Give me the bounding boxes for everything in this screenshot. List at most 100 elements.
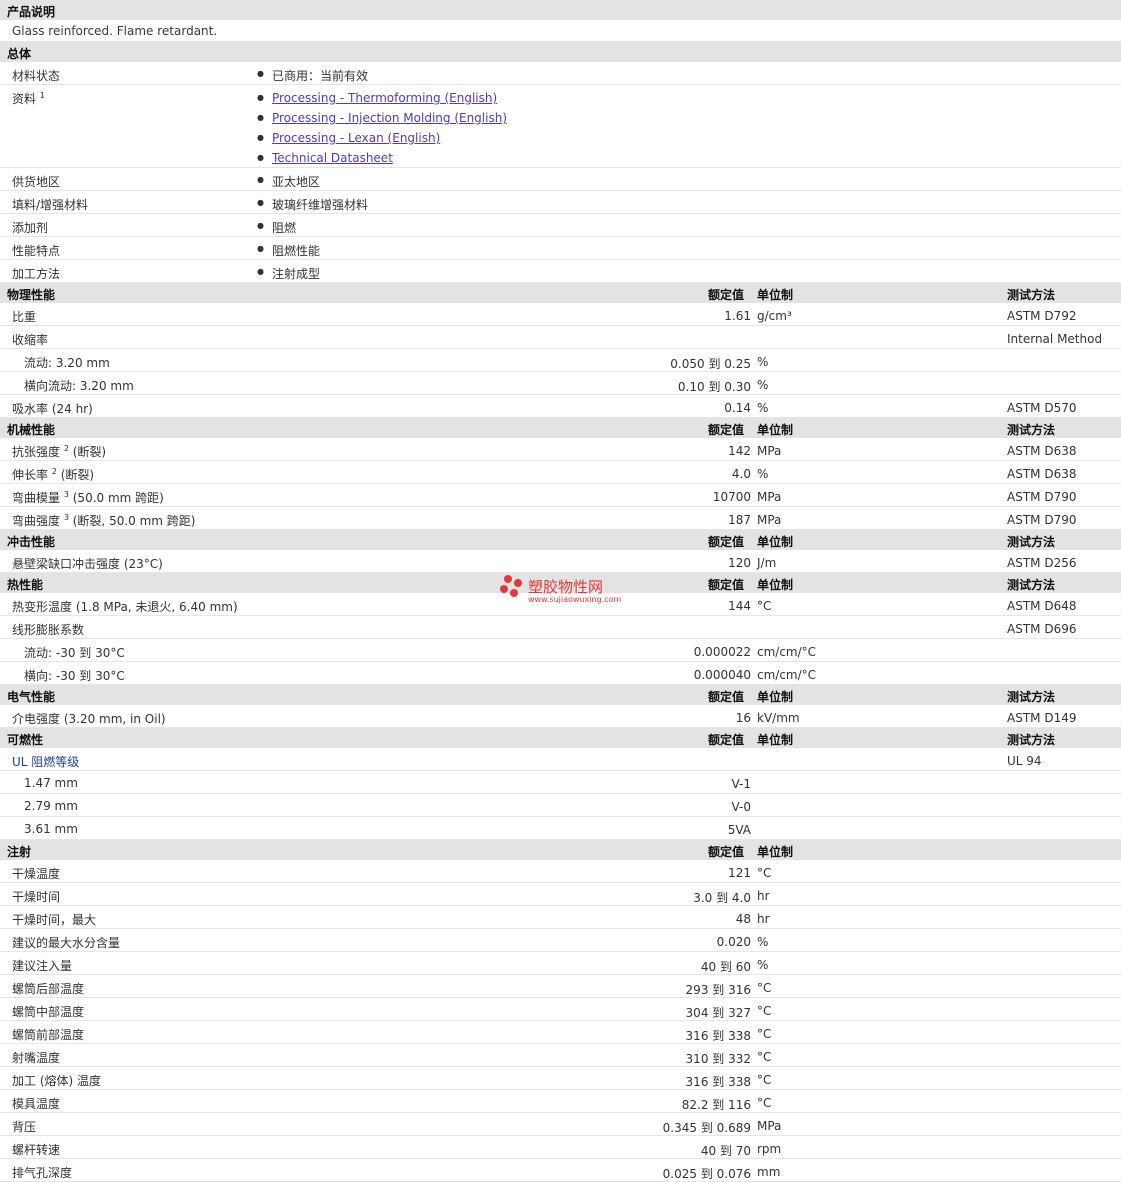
property-value: 0.000040 [693, 668, 751, 682]
property-unit: °C [757, 1073, 772, 1087]
property-label: 排气孔深度 [12, 1166, 73, 1180]
property-row: 建议注入量 40 到 60% [0, 952, 1121, 975]
property-value: 40 到 70 [700, 1144, 751, 1158]
row-label: 材料状态 [12, 69, 61, 83]
property-unit: cm/cm/°C [757, 645, 817, 659]
general-row-process: 加工方法 注射成型 [0, 260, 1121, 283]
property-label: 干燥温度 [12, 867, 61, 881]
section-title: 电气性能 [7, 690, 56, 704]
property-label: 横向: -30 到 30°C [24, 669, 125, 683]
property-unit: °C [757, 866, 772, 880]
property-value: V-0 [731, 800, 751, 814]
column-header-method: 测试方法 [1007, 288, 1056, 302]
column-header-unit: 单位制 [757, 578, 794, 592]
property-method: ASTM D648 [1007, 599, 1077, 613]
property-unit: °C [757, 1050, 772, 1064]
property-label: 线形膨胀系数 [12, 623, 85, 637]
property-row: 1.47 mm V-1 [0, 771, 1121, 794]
column-header-nominal: 额定值 [708, 423, 745, 437]
property-method: ASTM D638 [1007, 467, 1077, 481]
property-label: 横向流动: 3.20 mm [24, 379, 134, 393]
column-header-nominal: 额定值 [708, 578, 745, 592]
column-header-unit: 单位制 [757, 733, 794, 747]
property-row: 线形膨胀系数 ASTM D696 [0, 616, 1121, 639]
property-row: 背压 0.345 到 0.689 MPa [0, 1113, 1121, 1136]
property-value: 82.2 到 116 [681, 1098, 751, 1112]
section-title: 冲击性能 [7, 535, 56, 549]
doc-link-technical-datasheet[interactable]: Technical Datasheet [257, 151, 393, 165]
row-label: 添加剂 [12, 221, 49, 235]
property-unit: MPa [757, 1119, 782, 1133]
row-label: 加工方法 [12, 267, 61, 281]
property-label: 模具温度 [12, 1097, 61, 1111]
column-header-nominal: 额定值 [708, 733, 745, 747]
general-row-region: 供货地区 亚太地区 [0, 168, 1121, 191]
property-row: 螺杆转速 40 到 70 rpm [0, 1136, 1121, 1159]
row-label: 填料/增强材料 [12, 198, 89, 212]
section-title: 总体 [7, 47, 32, 61]
column-header-nominal: 额定值 [708, 845, 745, 859]
property-unit: °C [757, 599, 772, 613]
property-row: 螺筒后部温度 293 到 316 °C [0, 975, 1121, 998]
description-text: Glass reinforced. Flame retardant. [12, 24, 218, 38]
column-header-unit: 单位制 [757, 535, 794, 549]
property-method: ASTM D638 [1007, 444, 1077, 458]
property-row: 2.79 mm V-0 [0, 794, 1121, 817]
property-unit: MPa [757, 490, 782, 504]
property-value: 0.050 到 0.25 [670, 357, 751, 371]
property-row: 介电强度 (3.20 mm, in Oil) 16 kV/mm ASTM D149 [0, 705, 1121, 728]
property-method: UL 94 [1007, 754, 1042, 768]
general-row-status: 材料状态 已商用：当前有效 [0, 62, 1121, 85]
property-label: 弯曲强度 3 (断裂, 50.0 mm 跨距) [12, 513, 196, 528]
property-value: 120 [728, 556, 751, 570]
property-method: Internal Method [1007, 332, 1103, 346]
property-value: 4.0 [731, 467, 751, 481]
property-value: 40 到 60 [700, 960, 751, 974]
property-label: 收缩率 [12, 333, 49, 347]
property-value: 0.345 到 0.689 [662, 1121, 751, 1135]
column-header-nominal: 额定值 [708, 535, 745, 549]
property-unit: MPa [757, 513, 782, 527]
property-label: 抗张强度 2 (断裂) [12, 444, 107, 459]
property-row: 螺筒前部温度 316 到 338 °C [0, 1021, 1121, 1044]
property-label: 悬壁梁缺口冲击强度 (23°C) [12, 557, 163, 571]
section-header-flammability: 可燃性 额定值 单位制 测试方法 [0, 728, 1121, 748]
column-header-nominal: 额定值 [708, 690, 745, 704]
section-title: 可燃性 [7, 733, 44, 747]
bullet-item: 已商用：当前有效 [257, 67, 368, 84]
watermark-dots-icon [500, 575, 522, 597]
property-label: UL 阻燃等级 [12, 755, 80, 769]
column-header-nominal: 额定值 [708, 288, 745, 302]
bullet-item: 亚太地区 [257, 173, 320, 190]
property-unit: rpm [757, 1142, 782, 1156]
section-header-description: 产品说明 [0, 0, 1121, 20]
property-row: 螺筒中部温度 304 到 327 °C [0, 998, 1121, 1021]
general-row-feature: 性能特点 阻燃性能 [0, 237, 1121, 260]
property-row: 干燥时间 3.0 到 4.0 hr [0, 883, 1121, 906]
doc-link-injection-molding[interactable]: Processing - Injection Molding (English) [257, 111, 507, 125]
property-unit: % [757, 401, 769, 415]
watermark-logo: 塑胶物性网 www.sujiaowuxing.com [498, 573, 648, 609]
property-row: 比重 1.61 g/cm³ ASTM D792 [0, 303, 1121, 326]
section-title: 注射 [7, 845, 32, 859]
row-label: 资料 1 [12, 91, 45, 106]
column-header-method: 测试方法 [1007, 690, 1056, 704]
property-value: 3.0 到 4.0 [693, 891, 751, 905]
column-header-unit: 单位制 [757, 288, 794, 302]
property-unit: °C [757, 1096, 772, 1110]
property-row: UL 阻燃等级 UL 94 [0, 748, 1121, 771]
property-value: 0.10 到 0.30 [677, 380, 751, 394]
property-label: 流动: 3.20 mm [24, 356, 110, 370]
property-label: 加工 (熔体) 温度 [12, 1074, 101, 1088]
property-row: 射嘴温度 310 到 332 °C [0, 1044, 1121, 1067]
property-method: ASTM D256 [1007, 556, 1077, 570]
doc-link-thermoforming[interactable]: Processing - Thermoforming (English) [257, 91, 497, 105]
doc-link-lexan[interactable]: Processing - Lexan (English) [257, 131, 440, 145]
property-row: 伸长率 2 (断裂) 4.0% ASTM D638 [0, 461, 1121, 484]
property-row: 弯曲模量 3 (50.0 mm 跨距) 10700 MPa ASTM D790 [0, 484, 1121, 507]
column-header-method: 测试方法 [1007, 535, 1056, 549]
column-header-unit: 单位制 [757, 423, 794, 437]
watermark-text: 塑胶物性网 [528, 578, 604, 596]
property-unit: % [757, 355, 769, 369]
property-row: 横向: -30 到 30°C 0.000040 cm/cm/°C [0, 662, 1121, 685]
